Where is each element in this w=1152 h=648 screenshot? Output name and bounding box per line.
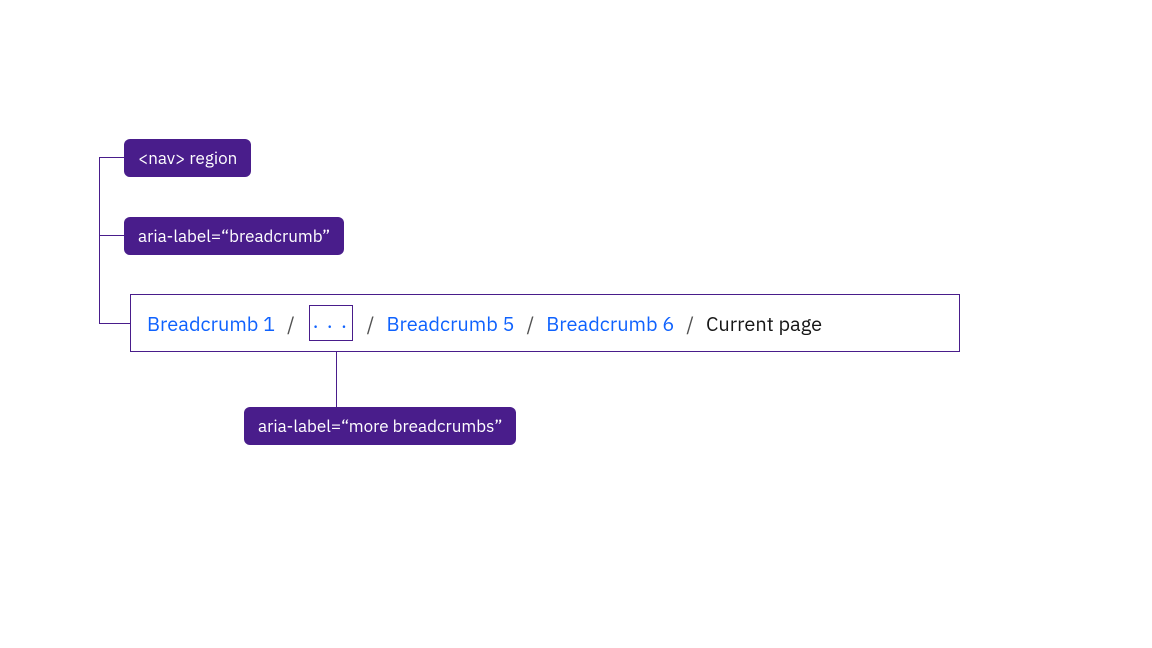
breadcrumb-overflow-button[interactable]: . . . [309,305,353,341]
breadcrumb-separator: / [287,310,295,337]
breadcrumb-nav: Breadcrumb 1 / . . . / Breadcrumb 5 / Br… [130,294,960,352]
connector-vertical [99,157,100,323]
diagram-canvas: <nav> region aria-label=“breadcrumb” Bre… [0,0,1152,648]
breadcrumb-item-1[interactable]: Breadcrumb 1 [147,310,275,337]
ellipsis-icon: . . . [313,311,349,335]
connector-h-aria [99,235,124,236]
breadcrumb-separator: / [686,310,694,337]
connector-h-bar [99,323,130,324]
connector-h-nav [99,157,124,158]
tag-aria-breadcrumb: aria-label=“breadcrumb” [124,217,344,255]
tag-aria-more: aria-label=“more breadcrumbs” [244,407,516,445]
breadcrumb-item-5[interactable]: Breadcrumb 5 [386,310,514,337]
breadcrumb-current-page: Current page [706,310,822,337]
breadcrumb-item-6[interactable]: Breadcrumb 6 [546,310,674,337]
breadcrumb-separator: / [527,310,535,337]
breadcrumb-separator: / [367,310,375,337]
tag-nav-region: <nav> region [124,139,251,177]
